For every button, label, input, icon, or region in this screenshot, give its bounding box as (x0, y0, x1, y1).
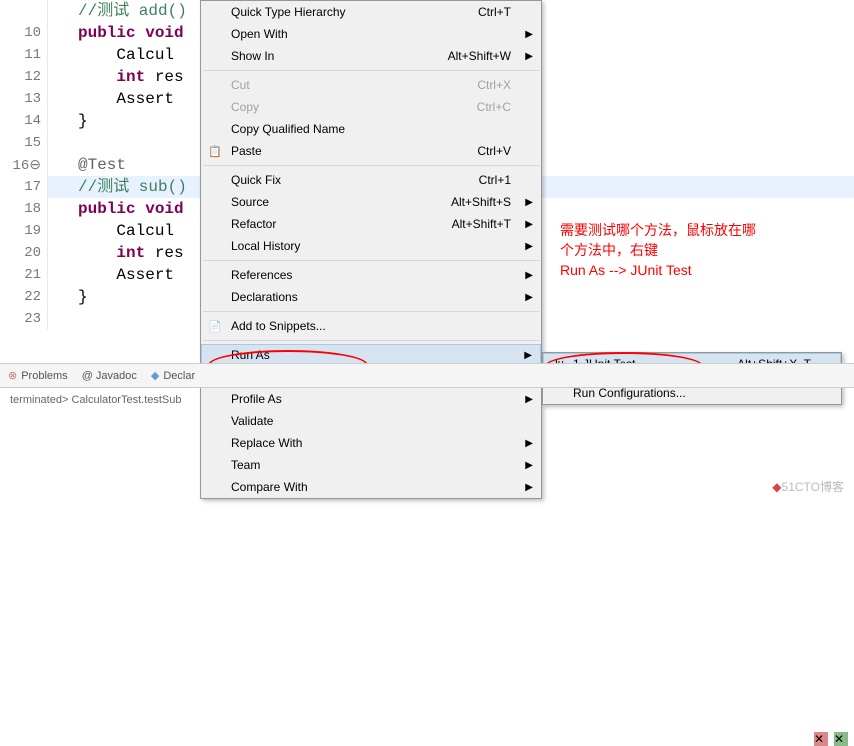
menu-shortcut: Ctrl+V (477, 144, 511, 158)
menu-item-quick-type-hierarchy[interactable]: Quick Type Hierarchy Ctrl+T (201, 1, 541, 23)
line-number: 15 (0, 132, 47, 154)
menu-label: Open With (231, 27, 511, 41)
submenu-arrow-icon: ▶ (525, 51, 533, 62)
line-number (0, 0, 47, 22)
line-number: 21 (0, 264, 47, 286)
menu-item-refactor[interactable]: Refactor Alt+Shift+T ▶ (201, 213, 541, 235)
submenu-arrow-icon: ▶ (525, 29, 533, 40)
menu-label: Show In (231, 49, 428, 63)
menu-label: Run As (231, 348, 511, 362)
submenu-arrow-icon: ▶ (525, 292, 533, 303)
menu-item-declarations[interactable]: Declarations ▶ (201, 286, 541, 308)
line-number: 14 (0, 110, 47, 132)
annotation-line: 需要测试哪个方法，鼠标放在哪 (560, 220, 756, 240)
menu-shortcut: Ctrl+C (477, 100, 511, 114)
red-annotation: 需要测试哪个方法，鼠标放在哪 个方法中，右键 Run As --> JUnit … (560, 220, 756, 280)
line-gutter: 10111213141516⊖17181920212223 (0, 0, 48, 330)
menu-label: References (231, 268, 511, 282)
menu-item-source[interactable]: Source Alt+Shift+S ▶ (201, 191, 541, 213)
menu-item-open-with[interactable]: Open With ▶ (201, 23, 541, 45)
tab-declaration[interactable]: ◆Declar (151, 369, 195, 382)
menu-separator (203, 260, 539, 261)
menu-label: Copy (231, 100, 457, 114)
menu-item-add-to-snippets-[interactable]: 📄 Add to Snippets... (201, 315, 541, 337)
line-number: 10 (0, 22, 47, 44)
menu-label: Add to Snippets... (231, 319, 511, 333)
menu-icon: 📄 (207, 318, 223, 334)
line-number: 16⊖ (0, 154, 47, 176)
menu-shortcut: Alt+Shift+S (451, 195, 511, 209)
bottom-panel: ⊗Problems @ Javadoc ◆Declar terminated> … (0, 363, 854, 503)
line-number: 11 (0, 44, 47, 66)
line-number: 23 (0, 308, 47, 330)
menu-separator (203, 70, 539, 71)
menu-label: Copy Qualified Name (231, 122, 511, 136)
toolbar-icons[interactable]: ✕ ✕ (814, 732, 848, 746)
menu-item-references[interactable]: References ▶ (201, 264, 541, 286)
line-number: 22 (0, 286, 47, 308)
line-number: 12 (0, 66, 47, 88)
line-number: 17 (0, 176, 47, 198)
menu-label: Cut (231, 78, 457, 92)
menu-shortcut: Ctrl+T (478, 5, 511, 19)
menu-label: Refactor (231, 217, 432, 231)
submenu-arrow-icon: ▶ (524, 350, 532, 361)
menu-separator (203, 165, 539, 166)
line-number: 19 (0, 220, 47, 242)
line-number: 13 (0, 88, 47, 110)
menu-item-show-in[interactable]: Show In Alt+Shift+W ▶ (201, 45, 541, 67)
menu-shortcut: Ctrl+1 (479, 173, 511, 187)
submenu-arrow-icon: ▶ (525, 197, 533, 208)
remove-all-icon[interactable]: ✕ (834, 732, 848, 746)
menu-label: Local History (231, 239, 511, 253)
menu-separator (203, 311, 539, 312)
terminated-text: terminated> CalculatorTest.testSub (0, 388, 854, 412)
menu-item-local-history[interactable]: Local History ▶ (201, 235, 541, 257)
annotation-line: 个方法中，右键 (560, 240, 756, 260)
menu-label: Quick Type Hierarchy (231, 5, 458, 19)
remove-launch-icon[interactable]: ✕ (814, 732, 828, 746)
annotation-line: Run As --> JUnit Test (560, 260, 756, 280)
menu-separator (203, 340, 539, 341)
submenu-arrow-icon: ▶ (525, 219, 533, 230)
menu-item-copy: Copy Ctrl+C (201, 96, 541, 118)
menu-shortcut: Alt+Shift+T (452, 217, 511, 231)
tab-problems[interactable]: ⊗Problems (8, 369, 68, 382)
menu-icon: 📋 (207, 143, 223, 159)
menu-shortcut: Alt+Shift+W (448, 49, 511, 63)
line-number: 20 (0, 242, 47, 264)
menu-label: Source (231, 195, 431, 209)
line-number: 18 (0, 198, 47, 220)
submenu-arrow-icon: ▶ (525, 241, 533, 252)
menu-item-paste[interactable]: 📋 Paste Ctrl+V (201, 140, 541, 162)
menu-item-copy-qualified-name[interactable]: Copy Qualified Name (201, 118, 541, 140)
menu-label: Quick Fix (231, 173, 459, 187)
submenu-arrow-icon: ▶ (525, 270, 533, 281)
menu-label: Declarations (231, 290, 511, 304)
menu-item-quick-fix[interactable]: Quick Fix Ctrl+1 (201, 169, 541, 191)
menu-label: Paste (231, 144, 457, 158)
watermark: ◆51CTO博客 (772, 478, 844, 495)
menu-item-cut: Cut Ctrl+X (201, 74, 541, 96)
tab-javadoc[interactable]: @ Javadoc (82, 370, 137, 382)
bottom-tabs[interactable]: ⊗Problems @ Javadoc ◆Declar (0, 364, 854, 388)
menu-shortcut: Ctrl+X (477, 78, 511, 92)
